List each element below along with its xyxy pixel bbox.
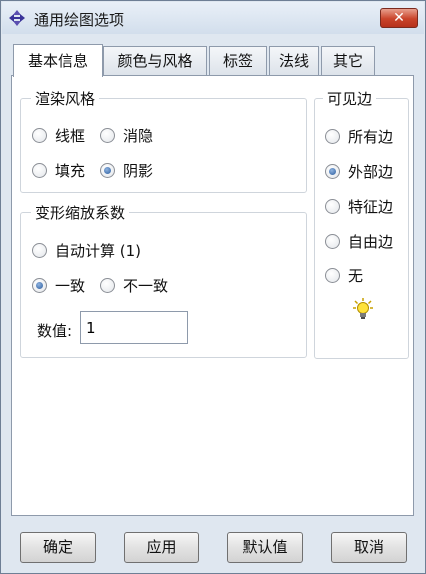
deform-scale-group: 变形缩放系数 自动计算 (1) 一致 不一致 数值:: [20, 202, 307, 358]
radio-circle[interactable]: [325, 268, 340, 283]
scale-value-input[interactable]: [80, 311, 188, 344]
close-button[interactable]: ✕: [380, 8, 418, 28]
app-icon: [9, 10, 25, 26]
defaults-button[interactable]: 默认值: [227, 532, 303, 563]
radio-circle-checked[interactable]: [100, 163, 115, 178]
render-style-title: 渲染风格: [31, 88, 100, 109]
radio-circle[interactable]: [325, 129, 340, 144]
apply-button[interactable]: 应用: [124, 532, 199, 563]
window-title: 通用绘图选项: [34, 11, 125, 29]
tab-color-style[interactable]: 颜色与风格: [103, 46, 207, 75]
radio-circle[interactable]: [100, 278, 115, 293]
close-icon: ✕: [393, 10, 405, 26]
visible-edges-title: 可见边: [323, 88, 377, 109]
radio-circle[interactable]: [32, 163, 47, 178]
radio-circle[interactable]: [325, 234, 340, 249]
radio-circle[interactable]: [32, 243, 47, 258]
radio-circle[interactable]: [100, 128, 115, 143]
title-bar[interactable]: 通用绘图选项 ✕: [2, 2, 424, 34]
lightbulb-icon[interactable]: [353, 298, 373, 320]
tab-panel: 渲染风格 线框 消隐 填充 阴影 变形缩放系数 自动计算 (1) 一致 不一致 …: [11, 75, 414, 516]
visible-edges-group: 可见边 所有边 外部边 特征边 自由边 无: [314, 88, 409, 359]
tab-normals[interactable]: 法线: [269, 46, 319, 75]
dialog-window: 通用绘图选项 ✕ 基本信息 颜色与风格 标签 法线 其它 渲染风格 线框 消隐 …: [0, 0, 426, 574]
deform-scale-title: 变形缩放系数: [31, 202, 130, 223]
render-style-group: 渲染风格 线框 消隐 填充 阴影: [20, 88, 307, 193]
tab-other[interactable]: 其它: [321, 46, 375, 75]
radio-circle[interactable]: [32, 128, 47, 143]
ok-button[interactable]: 确定: [20, 532, 96, 563]
radio-circle[interactable]: [325, 199, 340, 214]
tab-labels[interactable]: 标签: [209, 46, 267, 75]
cancel-button[interactable]: 取消: [331, 532, 407, 563]
radio-circle-checked[interactable]: [325, 164, 340, 179]
radio-circle-checked[interactable]: [32, 278, 47, 293]
tab-basic-info[interactable]: 基本信息: [13, 44, 103, 77]
value-label: 数值:: [37, 322, 73, 340]
